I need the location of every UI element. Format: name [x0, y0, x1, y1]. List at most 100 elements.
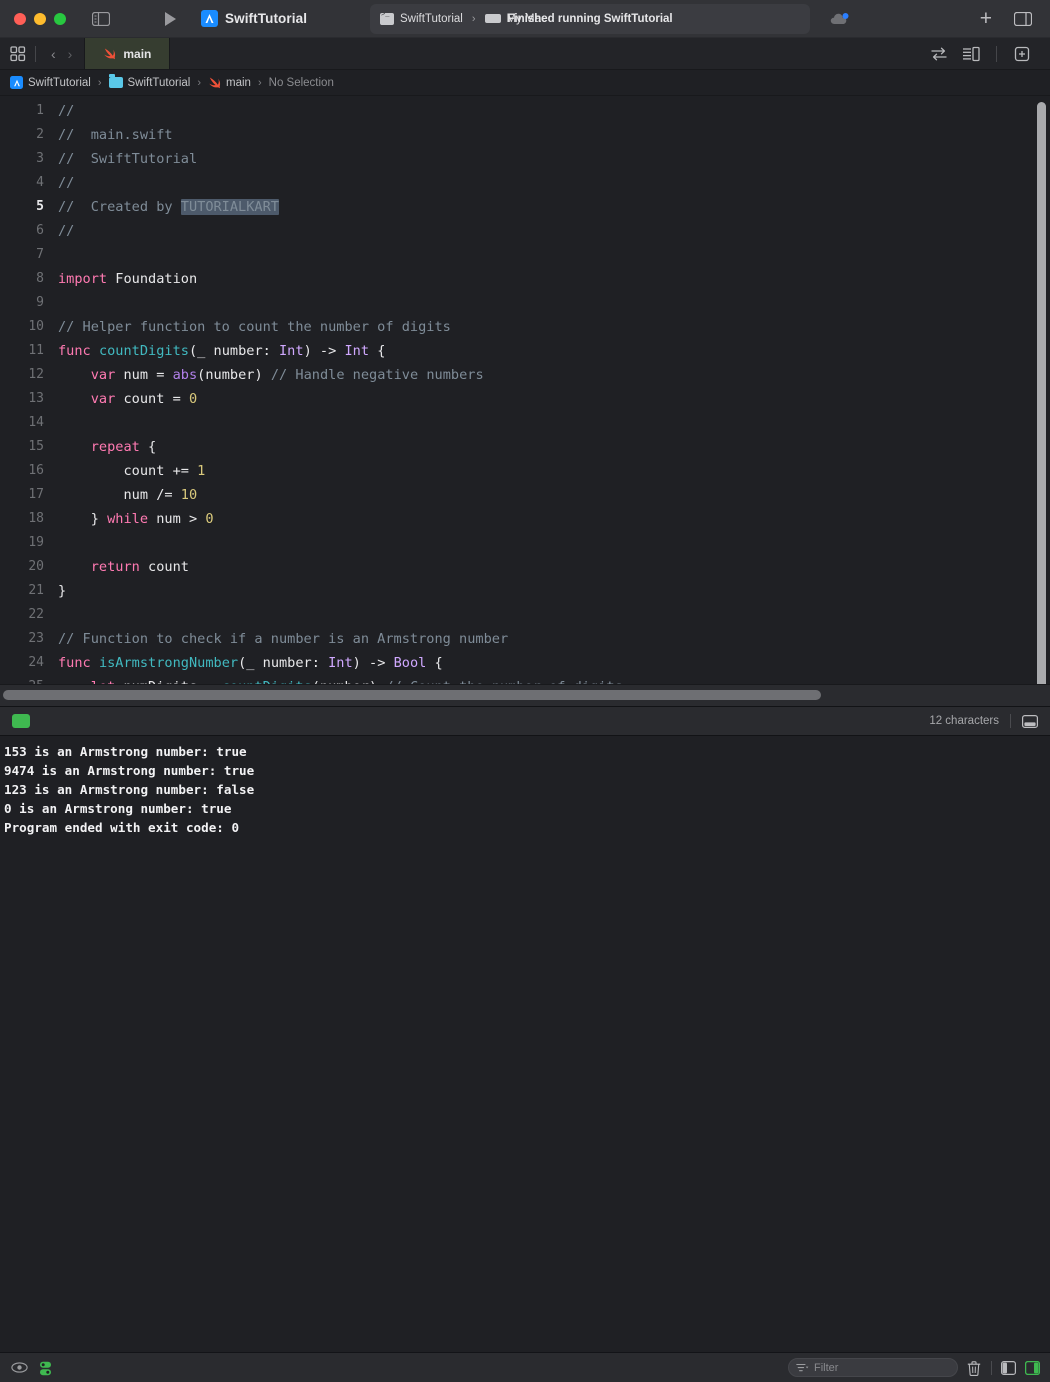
token-pl: num /= [58, 487, 181, 503]
breadcrumb-label: No Selection [269, 77, 334, 89]
title-bar: SwiftTutorial SwiftTutorial › My Mac Fin… [0, 0, 1050, 38]
breadcrumb-item-file[interactable]: main [208, 76, 251, 89]
editor-horizontal-scrollbar-track[interactable] [0, 684, 1050, 706]
green-running-icon [12, 714, 30, 728]
code-line[interactable]: 9 [0, 291, 1050, 315]
show-console-panel-icon[interactable] [1025, 1361, 1040, 1375]
line-number: 6 [0, 219, 58, 243]
line-number: 15 [0, 435, 58, 459]
token-num: 10 [181, 487, 197, 503]
code-line[interactable]: 12 var num = abs(number) // Handle negat… [0, 363, 1050, 387]
filter-field[interactable] [788, 1358, 958, 1377]
close-window-button[interactable] [14, 13, 26, 25]
code-line[interactable]: 16 count += 1 [0, 459, 1050, 483]
show-variables-panel-icon[interactable] [1001, 1361, 1016, 1375]
minimap-icon[interactable] [962, 46, 980, 62]
add-button[interactable]: + [980, 8, 992, 29]
code-line[interactable]: 1// [0, 99, 1050, 123]
filter-input[interactable] [814, 1362, 934, 1374]
code-line[interactable]: 6// [0, 219, 1050, 243]
token-sysfn: abs [173, 367, 198, 383]
code-line[interactable]: 11func countDigits(_ number: Int) -> Int… [0, 339, 1050, 363]
token-cm: // [58, 223, 74, 239]
scheme-separator: › [472, 13, 476, 25]
breadcrumb-item-folder[interactable]: SwiftTutorial [109, 77, 191, 89]
line-number: 4 [0, 171, 58, 195]
token-cm: // SwiftTutorial [58, 151, 197, 167]
variables-view-icon[interactable] [38, 1361, 53, 1375]
code-line[interactable]: 23// Function to check if a number is an… [0, 627, 1050, 651]
token-pl: (_ number: [189, 343, 279, 359]
editor-horizontal-scrollbar-thumb[interactable] [3, 690, 821, 700]
trash-icon[interactable] [967, 1361, 982, 1375]
code-line[interactable]: 10// Helper function to count the number… [0, 315, 1050, 339]
sidebar-toggle-icon[interactable] [92, 12, 110, 26]
tab-bar-left-controls: ‹ › [0, 38, 78, 69]
line-number: 5 [0, 195, 58, 219]
code-line[interactable]: 17 num /= 10 [0, 483, 1050, 507]
navigate-back-button[interactable]: ‹ [45, 46, 62, 62]
zoom-window-button[interactable] [54, 13, 66, 25]
token-pl: (number) [197, 367, 271, 383]
code-line[interactable]: 2// main.swift [0, 123, 1050, 147]
code-line[interactable]: 8import Foundation [0, 267, 1050, 291]
token-kw: return [91, 559, 140, 575]
scheme-selector[interactable]: SwiftTutorial › My Mac [380, 13, 547, 25]
code-line[interactable]: 3// SwiftTutorial [0, 147, 1050, 171]
code-line[interactable]: 5// Created by TUTORIALKART [0, 195, 1050, 219]
console-header: 12 characters [0, 706, 1050, 736]
code-line[interactable]: 15 repeat { [0, 435, 1050, 459]
line-number: 25 [0, 675, 58, 684]
minimize-window-button[interactable] [34, 13, 46, 25]
tab-main[interactable]: main [84, 38, 170, 69]
token-pl: } [58, 583, 66, 599]
status-bar-pill[interactable]: SwiftTutorial › My Mac Finished running … [370, 4, 810, 34]
token-pl: Foundation [107, 271, 197, 287]
code-line[interactable]: 25 let numDigits = countDigits(number) /… [0, 675, 1050, 684]
code-line[interactable]: 13 var count = 0 [0, 387, 1050, 411]
token-typ: Int [279, 343, 304, 359]
project-badge[interactable]: SwiftTutorial [201, 10, 307, 27]
line-number: 23 [0, 627, 58, 651]
code-line[interactable]: 18 } while num > 0 [0, 507, 1050, 531]
traffic-lights [14, 13, 66, 25]
code-line[interactable]: 19 [0, 531, 1050, 555]
console-line: Program ended with exit code: 0 [4, 818, 1050, 837]
code-text: return count [58, 555, 189, 579]
token-pl [58, 391, 91, 407]
editor-vertical-scrollbar[interactable] [1037, 102, 1046, 706]
eye-icon[interactable] [11, 1361, 26, 1375]
selected-text: TUTORIALKART [181, 199, 279, 215]
code-line[interactable]: 22 [0, 603, 1050, 627]
grid-layout-icon[interactable] [10, 46, 26, 62]
console-line: 123 is an Armstrong number: false [4, 780, 1050, 799]
scheme-icon [380, 13, 394, 25]
breadcrumb-item-project[interactable]: SwiftTutorial [10, 76, 91, 89]
console-output[interactable]: 153 is an Armstrong number: true9474 is … [0, 736, 1050, 1352]
token-kw: repeat [91, 439, 140, 455]
add-editor-icon[interactable] [1013, 46, 1031, 62]
token-kw: func [58, 343, 91, 359]
code-line[interactable]: 21} [0, 579, 1050, 603]
character-count: 12 characters [929, 715, 999, 727]
navigate-forward-button[interactable]: › [62, 46, 79, 62]
token-pl: { [140, 439, 156, 455]
code-line[interactable]: 7 [0, 243, 1050, 267]
code-line[interactable]: 24func isArmstrongNumber(_ number: Int) … [0, 651, 1050, 675]
breadcrumb-item-selection[interactable]: No Selection [269, 77, 334, 89]
destination-name: My Mac [507, 13, 547, 25]
code-line[interactable]: 20 return count [0, 555, 1050, 579]
cloud-icon[interactable] [830, 12, 850, 26]
inspector-toggle-icon[interactable] [1014, 12, 1032, 26]
swap-arrows-icon[interactable] [930, 46, 948, 62]
console-panel-icon[interactable] [1022, 715, 1038, 728]
code-text: var num = abs(number) // Handle negative… [58, 363, 484, 387]
code-line[interactable]: 14 [0, 411, 1050, 435]
token-pl: ) -> [353, 655, 394, 671]
run-button[interactable] [165, 11, 181, 27]
token-pl [58, 559, 91, 575]
source-editor[interactable]: 1//2// main.swift3// SwiftTutorial4//5//… [0, 96, 1050, 684]
code-line[interactable]: 4// [0, 171, 1050, 195]
token-num: 0 [189, 391, 197, 407]
code-text: func countDigits(_ number: Int) -> Int { [58, 339, 385, 363]
